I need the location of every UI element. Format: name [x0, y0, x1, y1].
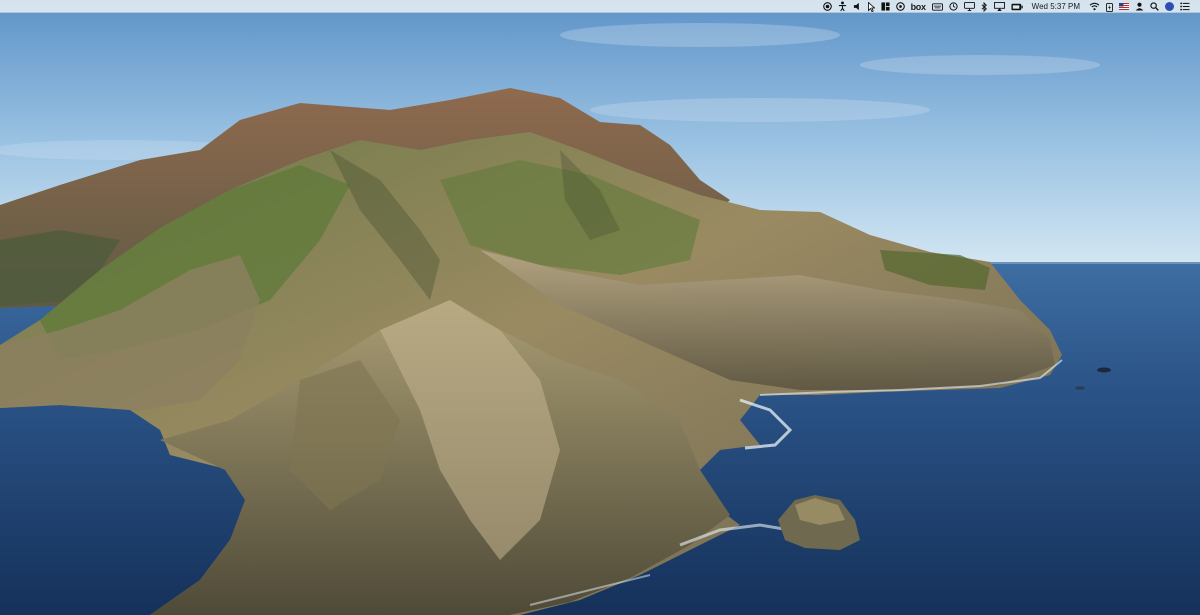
desktop-wallpaper: [0, 0, 1200, 615]
airplay-icon[interactable]: [993, 1, 1005, 13]
cursor-icon: [867, 1, 875, 13]
wifi-icon[interactable]: [1089, 1, 1100, 13]
volume-icon[interactable]: [853, 1, 862, 13]
flag-us-icon[interactable]: [1119, 1, 1129, 13]
record-icon[interactable]: [822, 1, 832, 13]
keyboard-icon[interactable]: [931, 1, 943, 13]
menu-bar: box Wed 5:37 PM: [0, 0, 1200, 13]
box-icon[interactable]: box: [911, 1, 926, 13]
siri-icon[interactable]: [1165, 1, 1174, 13]
user-icon[interactable]: [1135, 1, 1144, 13]
bluetooth-icon[interactable]: [981, 1, 988, 13]
time-machine-icon[interactable]: [949, 1, 958, 13]
grid-icon[interactable]: [881, 1, 890, 13]
spotlight-search-icon[interactable]: [1150, 1, 1159, 13]
notification-center-icon[interactable]: [1180, 1, 1190, 13]
accessibility-icon[interactable]: [838, 1, 847, 13]
menu-bar-status-area: box Wed 5:37 PM: [822, 0, 1190, 13]
battery-icon[interactable]: [1011, 1, 1023, 13]
display-icon[interactable]: [963, 1, 975, 13]
battery-charging-icon[interactable]: [1106, 1, 1113, 13]
settings-circle-icon[interactable]: [895, 1, 905, 13]
menu-bar-clock[interactable]: Wed 5:37 PM: [1029, 1, 1083, 13]
